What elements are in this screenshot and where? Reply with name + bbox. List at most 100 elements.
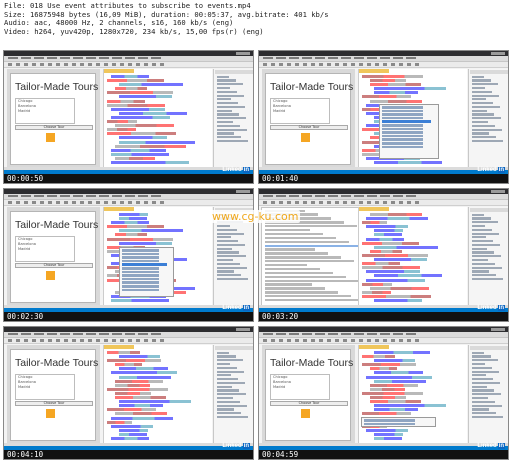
toolbar-icon[interactable]: [40, 63, 44, 66]
toolbar-icon[interactable]: [160, 339, 164, 342]
panel-item[interactable]: [217, 120, 233, 124]
popup-item[interactable]: [382, 145, 423, 149]
toolbar-icon[interactable]: [152, 63, 156, 66]
toolbar-icon[interactable]: [279, 63, 283, 66]
toolbar-icon[interactable]: [80, 201, 84, 204]
choose-tour-button[interactable]: Choose Tour: [270, 401, 348, 406]
menu-item[interactable]: [289, 195, 299, 197]
xaml-editor[interactable]: [358, 207, 467, 307]
toolbar-icon[interactable]: [359, 63, 363, 66]
menu-item[interactable]: [302, 333, 312, 335]
popup-item[interactable]: [122, 249, 160, 252]
panel-item[interactable]: [217, 412, 241, 415]
tour-list[interactable]: Chicago Barcelona Madrid: [270, 98, 330, 124]
toolbar-icon[interactable]: [16, 339, 20, 342]
popup-item[interactable]: [122, 252, 160, 256]
toolbar-icon[interactable]: [120, 201, 124, 204]
popup-item[interactable]: [122, 256, 160, 259]
menu-item[interactable]: [276, 57, 286, 59]
popup-item[interactable]: [122, 270, 160, 274]
menu-item[interactable]: [112, 333, 122, 335]
panel-item[interactable]: [217, 90, 237, 93]
panel-item[interactable]: [217, 75, 229, 78]
toolbar-icon[interactable]: [112, 339, 116, 342]
choose-tour-button[interactable]: Choose Tour: [15, 263, 93, 268]
toolbar-icon[interactable]: [271, 63, 275, 66]
panel-item[interactable]: [217, 378, 238, 381]
panel-item[interactable]: [472, 351, 484, 354]
toolbar-icon[interactable]: [303, 63, 307, 66]
panel-item[interactable]: [217, 251, 239, 254]
menu-item[interactable]: [289, 57, 299, 59]
window-controls-icon[interactable]: [236, 328, 250, 331]
window-controls-icon[interactable]: [491, 190, 505, 193]
toolbar-icon[interactable]: [383, 63, 387, 66]
toolbar-icon[interactable]: [160, 63, 164, 66]
menu-item[interactable]: [34, 195, 44, 197]
menu-item[interactable]: [315, 333, 325, 335]
toolbar-icon[interactable]: [40, 339, 44, 342]
toolbar-icon[interactable]: [351, 339, 355, 342]
toolbar-icon[interactable]: [343, 201, 347, 204]
menu-item[interactable]: [263, 333, 273, 335]
panel-item[interactable]: [217, 270, 234, 273]
panel-item[interactable]: [472, 359, 498, 362]
panel-item[interactable]: [217, 351, 229, 354]
toolbar-icon[interactable]: [327, 63, 331, 66]
menu-item[interactable]: [315, 57, 325, 59]
menu-item[interactable]: [276, 195, 286, 197]
panel-item[interactable]: [217, 274, 241, 277]
panel-item[interactable]: [472, 385, 487, 388]
intellisense-popup[interactable]: [379, 104, 439, 159]
panel-item[interactable]: [472, 75, 484, 78]
popup-item[interactable]: [122, 266, 160, 270]
toolbar-icon[interactable]: [383, 339, 387, 342]
panel-item[interactable]: [217, 243, 245, 247]
panel-item[interactable]: [472, 362, 485, 366]
menu-item[interactable]: [73, 195, 83, 197]
list-row[interactable]: [265, 228, 310, 232]
list-item[interactable]: Madrid: [16, 385, 74, 390]
toolbar-icon[interactable]: [303, 201, 307, 204]
panel-item[interactable]: [472, 128, 502, 131]
menu-item[interactable]: [125, 333, 135, 335]
menu-item[interactable]: [112, 57, 122, 59]
toolbar-icon[interactable]: [415, 339, 419, 342]
menu-item[interactable]: [47, 57, 57, 59]
tour-list[interactable]: Chicago Barcelona Madrid: [270, 374, 330, 400]
list-item[interactable]: Madrid: [271, 385, 329, 390]
menu-item[interactable]: [60, 57, 70, 59]
toolbar-icon[interactable]: [311, 339, 315, 342]
menu-item[interactable]: [302, 195, 312, 197]
toolbar-icon[interactable]: [263, 201, 267, 204]
menu-item[interactable]: [112, 195, 122, 197]
panel-item[interactable]: [472, 236, 486, 239]
panel-item[interactable]: [472, 217, 491, 220]
toolbar-icon[interactable]: [112, 201, 116, 204]
toolbar-icon[interactable]: [24, 339, 28, 342]
menu-item[interactable]: [151, 195, 161, 197]
toolbar-icon[interactable]: [407, 339, 411, 342]
panel-item[interactable]: [217, 83, 243, 86]
menu-item[interactable]: [8, 195, 18, 197]
panel-item[interactable]: [472, 213, 484, 216]
toolbar-icon[interactable]: [287, 339, 291, 342]
menu-item[interactable]: [367, 57, 377, 59]
panel-item[interactable]: [217, 255, 246, 258]
menu-item[interactable]: [47, 333, 57, 335]
panel-item[interactable]: [472, 400, 495, 403]
list-row[interactable]: [265, 232, 323, 236]
intellisense-popup[interactable]: [119, 247, 174, 297]
choose-tour-button[interactable]: Choose Tour: [270, 125, 348, 130]
panel-item[interactable]: [217, 132, 234, 135]
popup-item[interactable]: [122, 288, 160, 292]
panel-item[interactable]: [217, 224, 230, 228]
list-row[interactable]: [265, 256, 341, 259]
panel-item[interactable]: [472, 274, 496, 277]
toolbar-icon[interactable]: [343, 63, 347, 66]
menu-item[interactable]: [60, 333, 70, 335]
toolbar-icon[interactable]: [56, 63, 60, 66]
toolbar-icon[interactable]: [80, 63, 84, 66]
panel-item[interactable]: [472, 224, 485, 228]
popup-item[interactable]: [382, 116, 423, 120]
